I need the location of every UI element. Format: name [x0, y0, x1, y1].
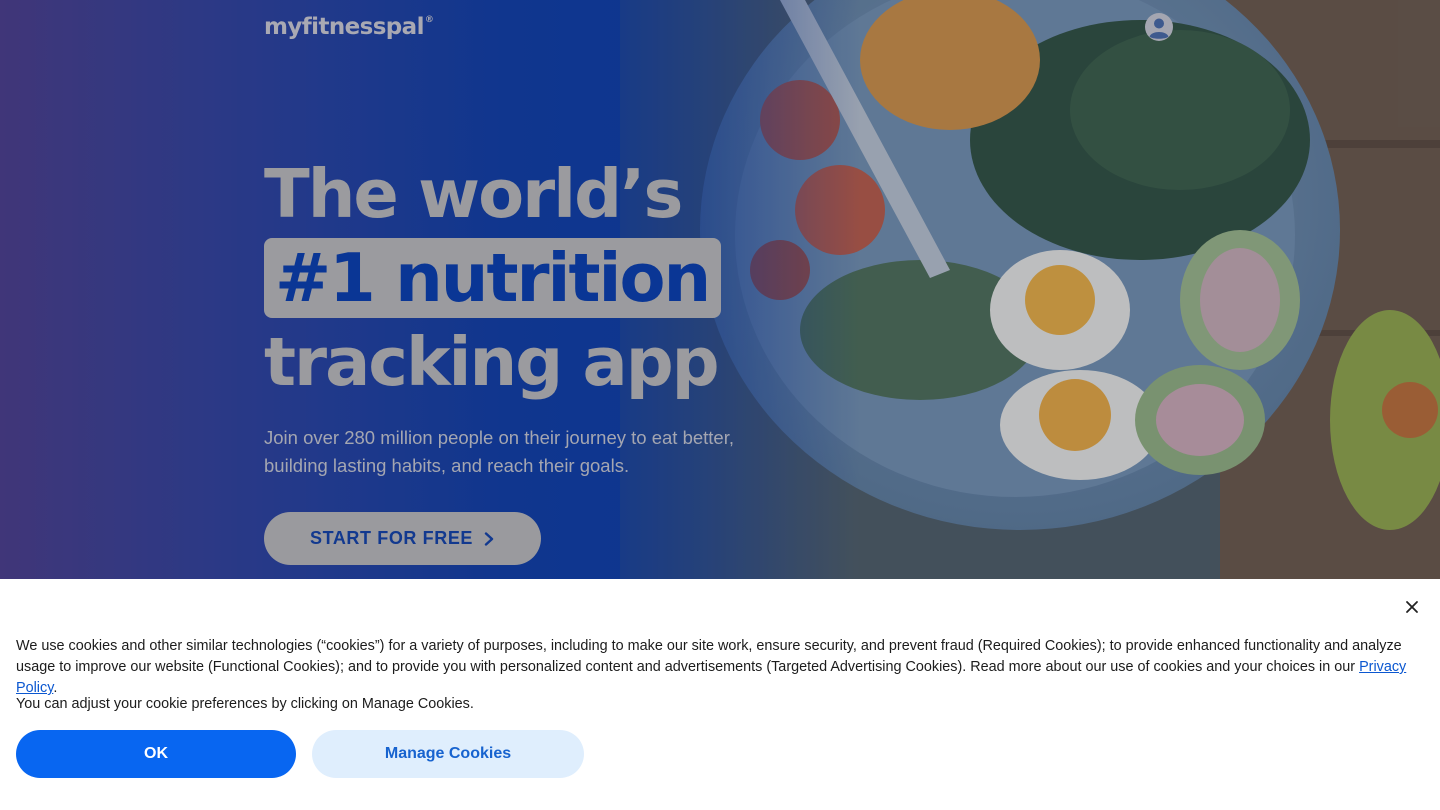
cookie-adjust-text: You can adjust your cookie preferences b…: [16, 696, 474, 712]
hero-subtext: Join over 280 million people on their jo…: [264, 427, 734, 476]
user-account-icon[interactable]: [1144, 12, 1174, 42]
cookie-description: We use cookies and other similar technol…: [16, 636, 1428, 699]
logo-registered-mark: ®: [424, 15, 434, 25]
cookie-consent-banner: We use cookies and other similar technol…: [0, 579, 1440, 810]
myfitnesspal-logo[interactable]: myfitnesspal®: [264, 14, 434, 40]
headline-highlight: #1 nutrition: [264, 238, 722, 318]
headline-line-2: #1 nutrition: [264, 236, 722, 320]
start-for-free-button[interactable]: START FOR FREE: [264, 512, 541, 565]
headline-line-1: The world’s: [264, 155, 683, 233]
ok-button[interactable]: OK: [16, 730, 296, 778]
manage-cookies-button[interactable]: Manage Cookies: [312, 730, 584, 778]
close-cookie-banner-button[interactable]: [1401, 596, 1423, 618]
cookie-description-text: We use cookies and other similar technol…: [16, 638, 1402, 675]
hero-section: myfitnesspal® The world’s #1 nutrition t…: [0, 0, 1440, 580]
close-icon: [1406, 601, 1418, 613]
chevron-right-icon: [484, 532, 494, 546]
hero-headline: The world’s #1 nutrition tracking app: [264, 152, 722, 404]
start-for-free-label: START FOR FREE: [309, 528, 474, 548]
headline-line-3: tracking app: [264, 323, 720, 401]
logo-text: myfitnesspal: [264, 14, 424, 40]
